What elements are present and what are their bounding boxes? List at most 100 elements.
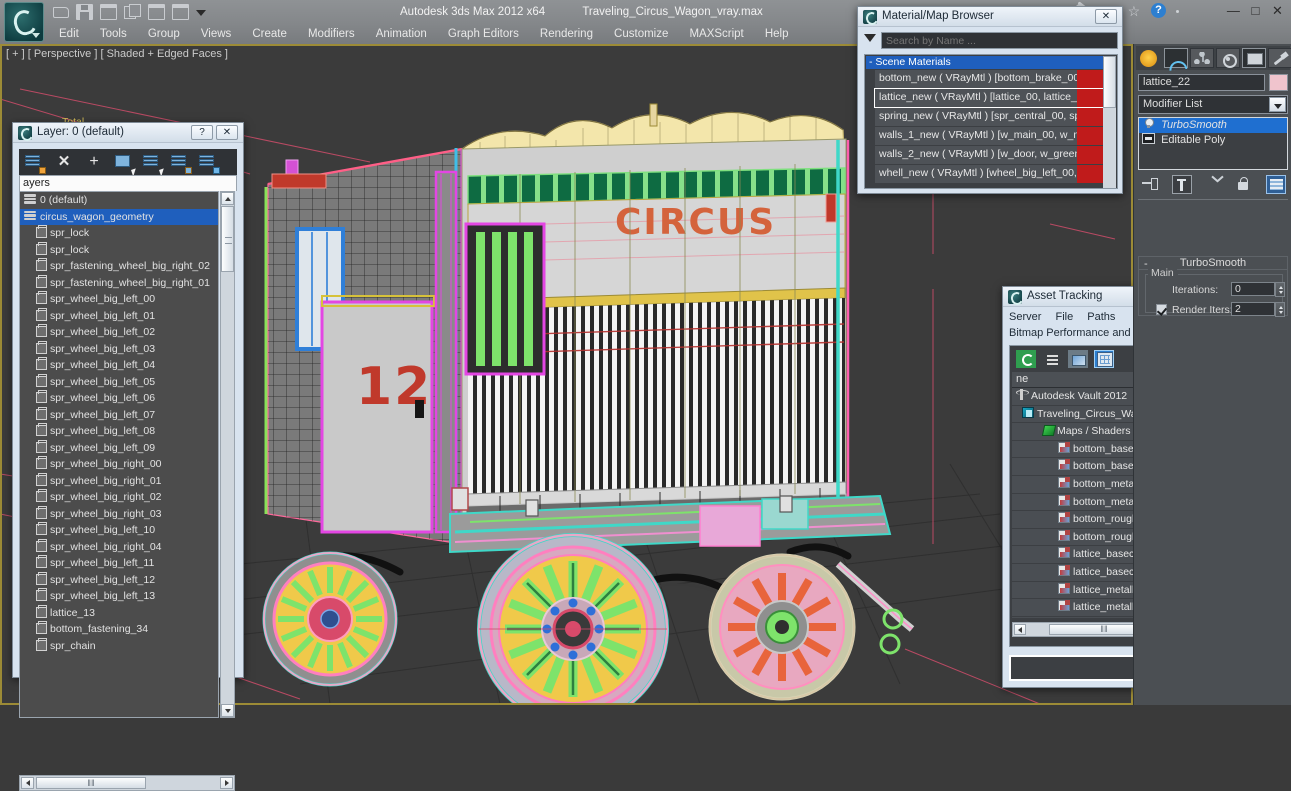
window-controls[interactable]: — □ ✕ — [1224, 3, 1287, 19]
modifier-stack-buttons[interactable] — [1138, 174, 1288, 196]
modifier-stack[interactable]: TurboSmooth Editable Poly — [1138, 117, 1288, 170]
list-item[interactable]: spr_wheel_big_left_12 — [20, 572, 218, 589]
create-new-layer-icon[interactable] — [23, 152, 45, 172]
list-item[interactable]: lattice_new ( VRayMtl ) [lattice_00, lat… — [875, 89, 1103, 107]
scroll-up-arrow-icon[interactable] — [221, 192, 234, 205]
scroll-left-arrow-icon[interactable] — [1014, 624, 1026, 635]
list-item[interactable]: bottom_fastening_34 — [20, 621, 218, 638]
list-item[interactable]: spr_wheel_big_right_03 — [20, 506, 218, 523]
menu-views[interactable]: Views — [192, 26, 240, 43]
list-item[interactable]: spr_wheel_big_left_02 — [20, 324, 218, 341]
menu-animation[interactable]: Animation — [367, 26, 436, 43]
list-item[interactable]: walls_1_new ( VRayMtl ) [w_main_00, w_ma… — [875, 127, 1103, 145]
add-selected-objects-icon[interactable]: + — [83, 152, 105, 172]
list-item[interactable]: bottom_new ( VRayMtl ) [bottom_brake_00,… — [875, 70, 1103, 88]
menu-modifiers[interactable]: Modifiers — [299, 26, 364, 43]
layer-list[interactable]: 0 (default) circus_wagon_geometry spr_lo… — [19, 191, 219, 718]
close-button[interactable]: ✕ — [1268, 3, 1287, 19]
scene-materials-group-header[interactable]: - Scene Materials — [866, 56, 1103, 69]
list-item[interactable]: spr_chain — [20, 638, 218, 655]
material-browser-close-button[interactable]: ✕ — [1095, 9, 1117, 24]
undo-icon[interactable] — [100, 4, 117, 20]
remove-modifier-icon[interactable] — [1234, 175, 1254, 194]
motion-tab[interactable] — [1216, 48, 1240, 68]
list-item[interactable]: spr_wheel_big_right_00 — [20, 456, 218, 473]
menu-group[interactable]: Group — [139, 26, 189, 43]
material-list-scrollbar[interactable] — [1103, 56, 1116, 189]
delete-highlighted-layers-icon[interactable]: ✕ — [53, 152, 75, 172]
layer-list-horizontal-scrollbar[interactable]: ‖‖ — [19, 775, 235, 791]
menu-file[interactable]: File — [1055, 311, 1080, 323]
render-iters-checkbox[interactable] — [1156, 304, 1167, 315]
layer-window-titlebar[interactable]: Layer: 0 (default) ? ✕ — [13, 123, 243, 143]
list-item[interactable]: spr_wheel_big_left_03 — [20, 341, 218, 358]
layer-close-button[interactable]: ✕ — [216, 125, 238, 140]
material-list[interactable]: - Scene Materials bottom_new ( VRayMtl )… — [864, 54, 1118, 189]
scroll-left-arrow-icon[interactable] — [21, 777, 34, 789]
open-file-icon[interactable] — [52, 4, 69, 20]
list-item[interactable]: walls_2_new ( VRayMtl ) [w_door, w_green… — [875, 146, 1103, 164]
chevron-down-icon[interactable] — [1269, 97, 1286, 112]
pin-stack-icon[interactable] — [1140, 175, 1160, 194]
dot-icon[interactable] — [1173, 2, 1195, 21]
list-item[interactable]: spr_wheel_big_right_01 — [20, 473, 218, 490]
scrollbar-thumb[interactable]: ‖‖ — [36, 777, 146, 789]
group-collapse-toggle[interactable]: - — [869, 56, 873, 68]
list-item[interactable]: spr_wheel_big_left_11 — [20, 555, 218, 572]
hide-unhide-layer-icon[interactable] — [197, 152, 219, 172]
spinner-arrows-icon[interactable] — [1275, 302, 1285, 317]
new-file-icon[interactable] — [172, 4, 189, 20]
list-item[interactable]: lattice_13 — [20, 605, 218, 622]
configure-modifier-sets-icon[interactable] — [1266, 175, 1286, 194]
menu-tools[interactable]: Tools — [91, 26, 136, 43]
select-objects-in-highlighted-layers-icon[interactable] — [169, 152, 191, 172]
list-item[interactable]: spr_wheel_big_left_10 — [20, 522, 218, 539]
command-panel[interactable]: lattice_22 Modifier List TurboSmooth Edi… — [1133, 44, 1291, 705]
list-item[interactable]: spr_wheel_big_left_07 — [20, 407, 218, 424]
layer-manager-window[interactable]: Layer: 0 (default) ? ✕ ✕ + ayers 0 (defa… — [12, 122, 244, 678]
search-input[interactable] — [881, 32, 1118, 49]
grid-view-icon[interactable] — [1094, 350, 1114, 368]
layer-list-region[interactable]: 0 (default) circus_wagon_geometry spr_lo… — [19, 191, 237, 759]
lightbulb-icon[interactable] — [1142, 118, 1155, 129]
menu-help[interactable]: Help — [756, 26, 798, 43]
rollout-body[interactable]: Main Iterations: 0 Render Iters: 2 — [1138, 270, 1288, 316]
highlight-selected-objects-icon[interactable] — [141, 152, 163, 172]
scrollbar-thumb[interactable] — [1103, 56, 1116, 108]
thumbnail-view-icon[interactable] — [1068, 350, 1088, 368]
list-item[interactable]: spr_wheel_big_left_13 — [20, 588, 218, 605]
utilities-tab[interactable] — [1268, 48, 1291, 68]
list-item[interactable]: spr_fastening_wheel_big_right_01 — [20, 275, 218, 292]
hierarchy-tab[interactable] — [1190, 48, 1214, 68]
redo-icon[interactable] — [148, 4, 165, 20]
material-browser-titlebar[interactable]: Material/Map Browser ✕ — [858, 7, 1122, 27]
list-item[interactable]: spr_wheel_big_left_00 — [20, 291, 218, 308]
object-color-swatch[interactable] — [1269, 74, 1288, 91]
copy-icon[interactable] — [124, 4, 141, 20]
maximize-button[interactable]: □ — [1246, 3, 1265, 19]
list-item[interactable]: spr_wheel_big_left_01 — [20, 308, 218, 325]
menu-maxscript[interactable]: MAXScript — [680, 26, 752, 43]
scroll-down-arrow-icon[interactable] — [221, 704, 234, 717]
list-item[interactable]: spr_wheel_big_left_05 — [20, 374, 218, 391]
help-icon[interactable] — [1148, 2, 1170, 21]
select-highlighted-objects-icon[interactable] — [113, 152, 135, 172]
list-item[interactable]: spr_lock — [20, 242, 218, 259]
modify-tab[interactable] — [1164, 48, 1188, 68]
layer-toolbar[interactable]: ✕ + — [19, 149, 237, 175]
scrollbar-thumb[interactable] — [221, 206, 234, 272]
menu-paths[interactable]: Paths — [1087, 311, 1122, 323]
show-end-result-icon[interactable] — [1172, 175, 1192, 194]
menu-edit[interactable]: Edit — [50, 26, 88, 43]
layer-help-button[interactable]: ? — [191, 125, 213, 140]
list-item[interactable]: spr_fastening_wheel_big_right_02 — [20, 258, 218, 275]
menu-rendering[interactable]: Rendering — [531, 26, 602, 43]
list-item[interactable]: circus_wagon_geometry — [20, 209, 218, 226]
viewport-label[interactable]: [ + ] [ Perspective ] [ Shaded + Edged F… — [6, 48, 228, 60]
menu-customize[interactable]: Customize — [605, 26, 677, 43]
list-item[interactable]: spr_wheel_big_left_09 — [20, 440, 218, 457]
list-item[interactable]: 0 (default) — [20, 192, 218, 209]
list-item[interactable]: spring_new ( VRayMtl ) [spr_central_00, … — [875, 108, 1103, 126]
column-header-name[interactable]: ne — [1016, 373, 1028, 385]
render-iters-spinner[interactable]: 2 — [1231, 302, 1275, 316]
